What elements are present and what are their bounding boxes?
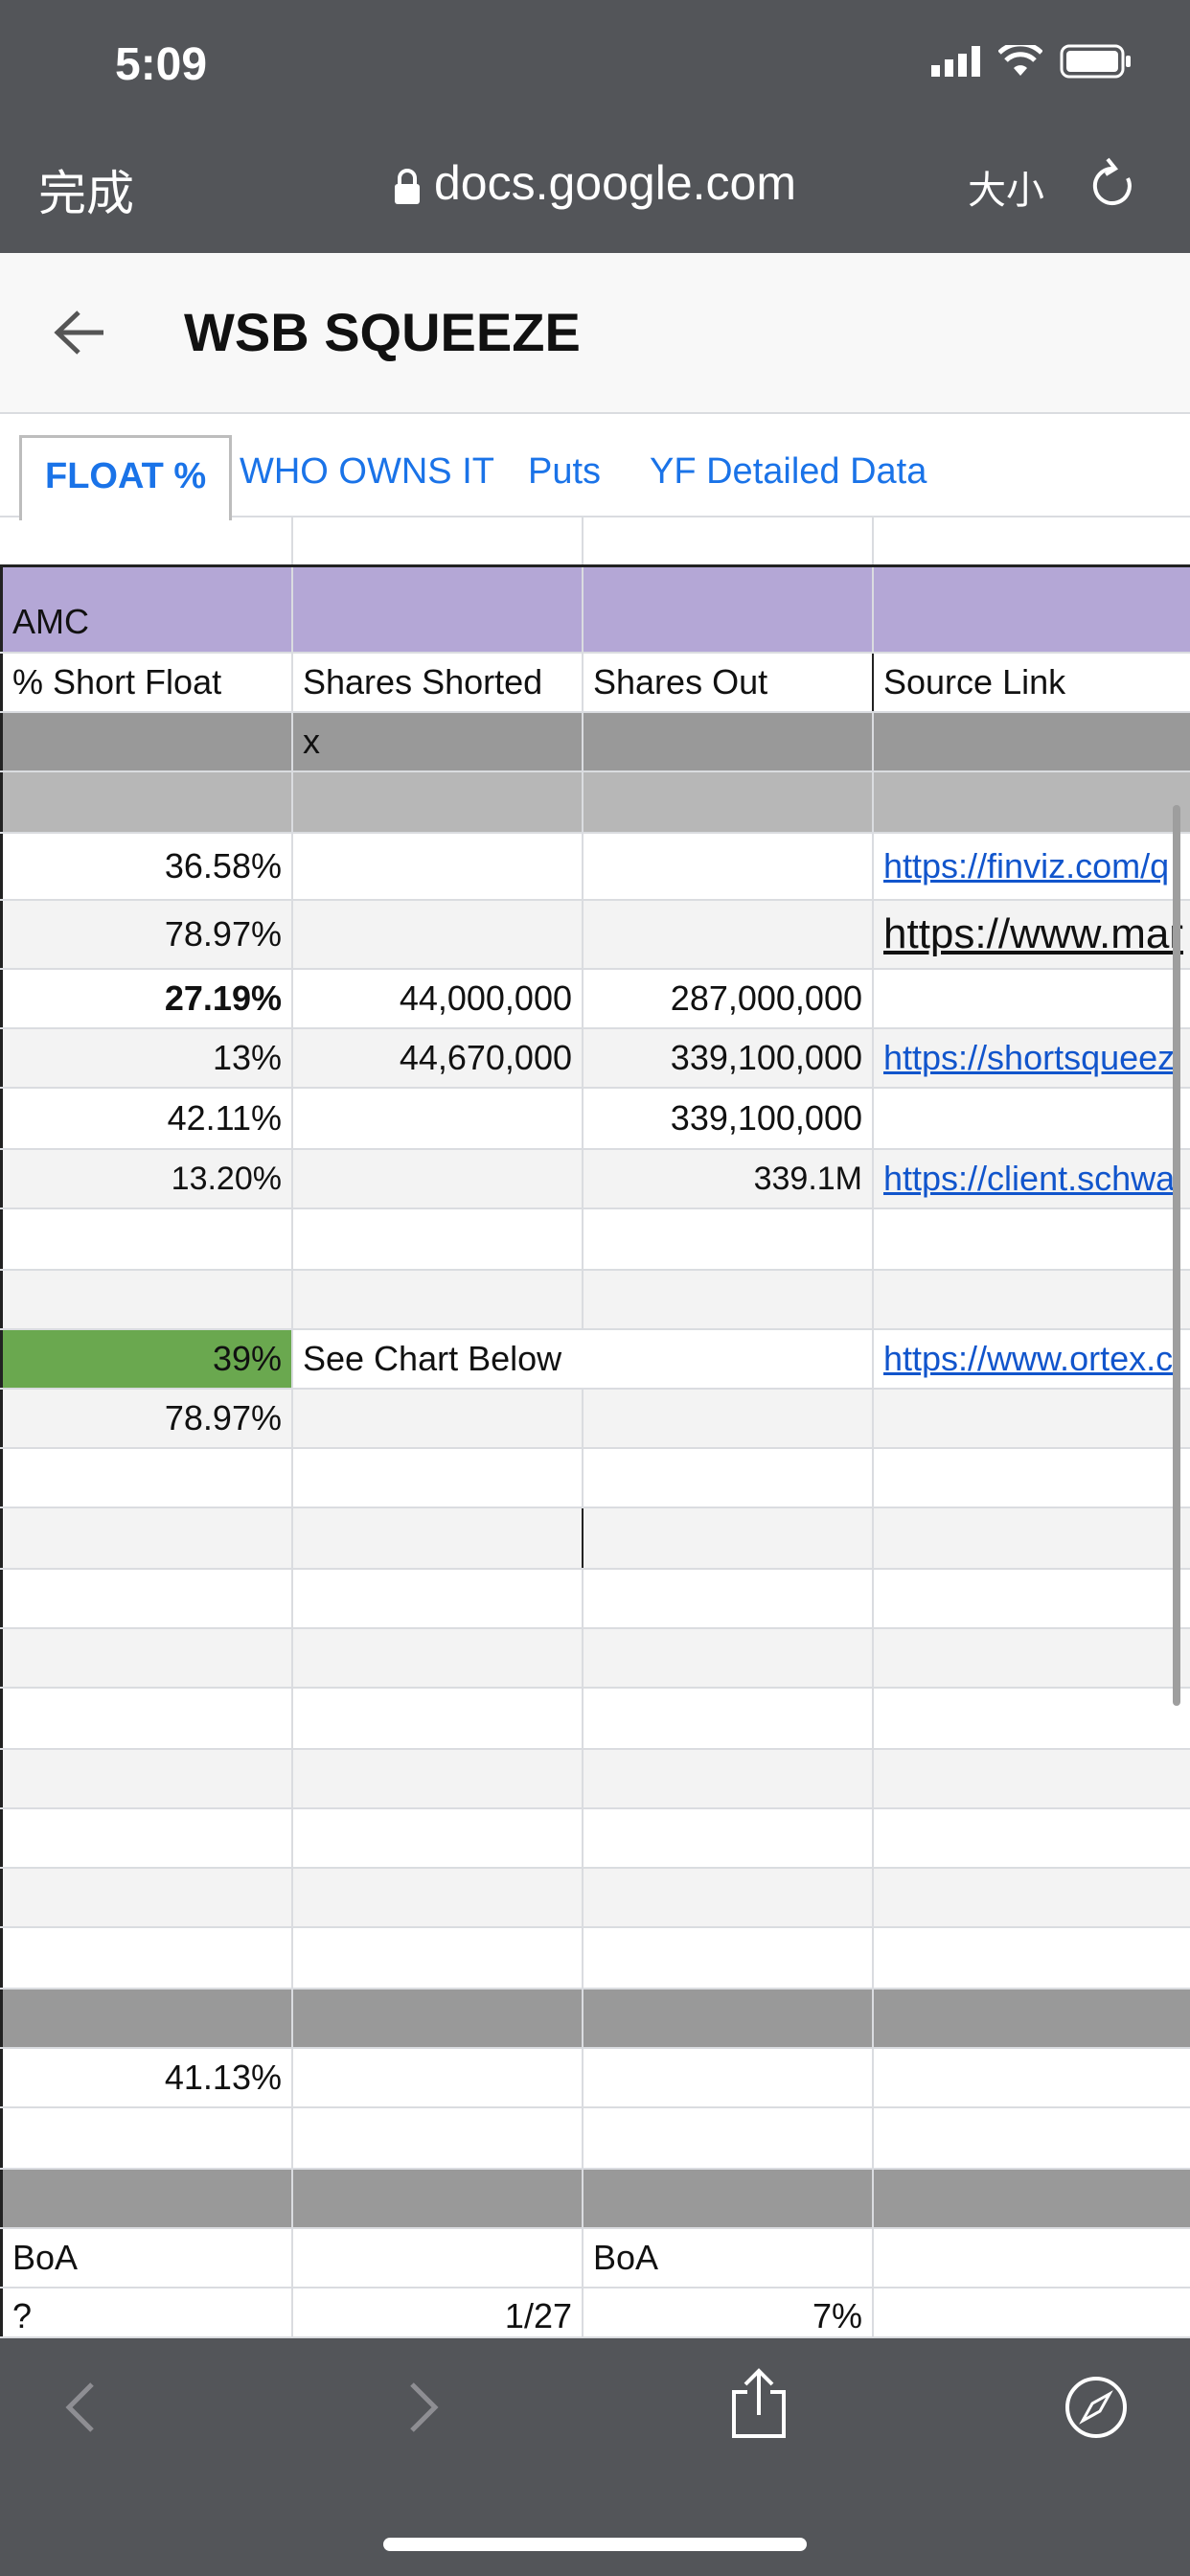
table-row (0, 1689, 1190, 1750)
table-row (0, 1750, 1190, 1809)
table-row (0, 1508, 1190, 1570)
table-row (0, 1570, 1190, 1629)
tab-yf-detailed-data[interactable]: YF Detailed Data (650, 429, 927, 514)
table-row: 39% See Chart Below https://www.ortex.c (0, 1330, 1190, 1390)
table-row: 41.13% (0, 2049, 1190, 2108)
source-link[interactable]: https://shortsqueez (874, 1029, 1190, 1087)
text-size-button[interactable]: 大小 (968, 159, 1044, 215)
table-row: ? 1/27 7% (0, 2288, 1190, 2338)
forward-icon[interactable] (404, 2379, 443, 2436)
header-cell[interactable]: % Short Float (0, 654, 293, 711)
compass-icon[interactable] (1064, 2375, 1129, 2440)
table-row: BoA BoA (0, 2229, 1190, 2288)
lock-icon (394, 169, 420, 204)
wifi-icon (998, 45, 1042, 76)
table-row (0, 1449, 1190, 1508)
vertical-scrollbar[interactable] (1173, 805, 1180, 1706)
table-row (0, 1209, 1190, 1271)
status-bar: 5:09 (0, 0, 1190, 128)
ticker-cell[interactable]: AMC (0, 567, 293, 652)
table-row: 13% 44,670,000 339,100,000 https://shortsqu… (0, 1029, 1190, 1089)
table-row (0, 1271, 1190, 1330)
header-cell[interactable]: Shares Shorted (293, 654, 584, 711)
status-time: 5:09 (115, 39, 208, 90)
table-row (0, 1809, 1190, 1869)
table-row (0, 516, 1190, 567)
table-row: 27.19% 44,000,000 287,000,000 (0, 970, 1190, 1029)
header-cell[interactable]: Source Link (874, 654, 1190, 711)
table-row (0, 1869, 1190, 1928)
table-row: x (0, 713, 1190, 772)
status-icons (931, 44, 1133, 79)
reload-icon[interactable] (1088, 155, 1136, 213)
table-row (0, 772, 1190, 834)
table-row: 42.11% 339,100,000 (0, 1089, 1190, 1150)
table-row (0, 1629, 1190, 1689)
table-row: 36.58% https://finviz.com/q (0, 834, 1190, 901)
table-row (0, 1990, 1190, 2049)
tab-puts[interactable]: Puts (528, 429, 601, 514)
back-arrow-icon[interactable] (54, 309, 105, 356)
share-icon[interactable] (728, 2367, 790, 2440)
source-link[interactable]: https://finviz.com/q (874, 834, 1190, 899)
home-indicator (383, 2538, 807, 2551)
back-icon[interactable] (61, 2379, 100, 2436)
source-link[interactable]: https://www.ortex.c (874, 1330, 1190, 1388)
marker-cell[interactable]: x (293, 713, 584, 770)
header-cell[interactable]: Shares Out (584, 654, 874, 711)
source-link[interactable]: https://www.mar (874, 901, 1190, 968)
cellular-signal-icon (931, 46, 980, 77)
url-text: docs.google.com (433, 156, 796, 210)
table-row (0, 2170, 1190, 2229)
table-row (0, 2108, 1190, 2170)
tab-float[interactable]: FLOAT % (19, 435, 233, 520)
ticker-row: AMC (0, 567, 1190, 654)
sheet-header: WSB SQUEEZE (0, 253, 1190, 414)
battery-icon (1060, 44, 1131, 79)
table-row: 13.20% 339.1M https://client.schwa (0, 1150, 1190, 1209)
table-row (0, 1928, 1190, 1990)
sheet-title: WSB SQUEEZE (184, 302, 581, 362)
header-row: % Short Float Shares Shorted Shares Out Sou… (0, 654, 1190, 713)
table-row: 78.97% https://www.mar (0, 901, 1190, 970)
table-row: 78.97% (0, 1390, 1190, 1449)
tab-who-owns-it[interactable]: WHO OWNS IT (240, 429, 494, 514)
highlighted-cell[interactable]: 39% (0, 1330, 293, 1388)
source-link[interactable]: https://client.schwa (874, 1150, 1190, 1208)
sheet-tabs: FLOAT % WHO OWNS IT Puts YF Detailed Dat… (0, 414, 1190, 520)
browser-bar: 完成 docs.google.com 大小 (0, 128, 1190, 253)
